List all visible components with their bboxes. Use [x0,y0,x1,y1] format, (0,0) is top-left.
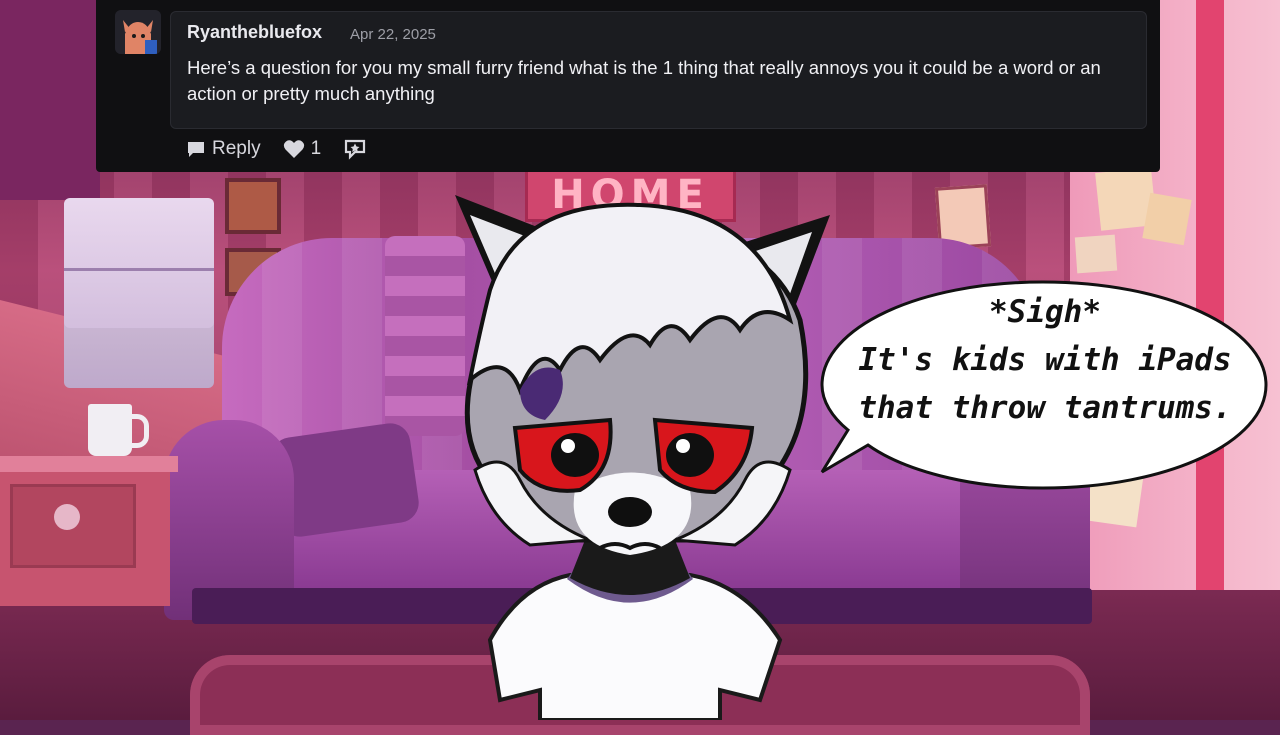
speech-bubble-icon [188,142,204,157]
speech-bubble-text: *Sigh* It's kids with iPads that throw t… [830,288,1260,432]
speech-line-1: *Sigh* [989,294,1101,330]
award-icon [345,139,366,160]
award-button[interactable] [343,138,367,160]
reply-label: Reply [212,138,261,159]
user-avatar[interactable] [115,10,161,54]
comment-body: Here’s a question for you my small furry… [187,57,1101,104]
comment-actions: Reply 1 [186,136,367,162]
heart-icon [283,140,304,158]
comment-username[interactable]: Ryanthebluefox [187,22,322,43]
nose [608,497,652,527]
like-button[interactable]: 1 [283,138,322,160]
reply-button[interactable]: Reply [186,138,261,160]
speech-line-3: that throw tantrums. [858,390,1232,426]
like-count: 1 [310,138,322,159]
speech-line-2: It's kids with iPads [858,342,1232,378]
fox-avatar-icon [115,10,161,54]
comment-date: Apr 22, 2025 [350,26,436,43]
